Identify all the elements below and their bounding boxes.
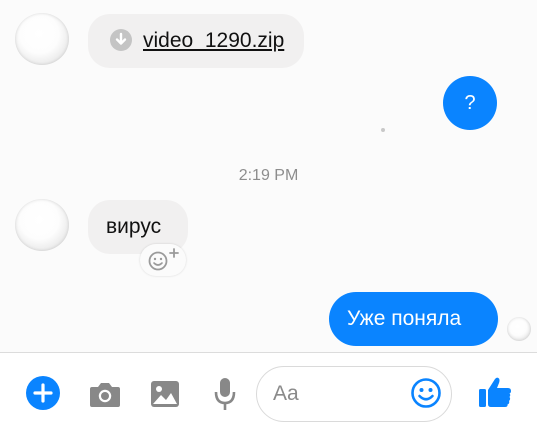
message-text: вирус [106,215,162,238]
message-timestamp: 2:19 PM [238,167,299,184]
seen-avatar [507,317,531,341]
outgoing-message-bubble[interactable]: ? [443,76,497,130]
download-icon[interactable] [109,28,133,52]
thumbs-up-icon[interactable] [477,374,513,410]
read-receipt-dot [381,128,385,132]
message-text: Уже поняла [347,307,462,330]
conversation-area: video_1290.zip ? 2:19 PM вирус Уже понял… [0,0,537,352]
file-name-link[interactable]: video_1290.zip [143,28,284,54]
emoji-icon[interactable] [410,377,442,409]
mic-icon[interactable] [213,376,237,412]
add-reaction-icon [148,248,179,271]
plus-icon[interactable] [26,376,60,410]
message-text: ? [464,91,476,114]
add-reaction-button[interactable] [140,244,186,276]
contact-avatar[interactable] [15,13,69,65]
camera-icon[interactable] [89,379,121,409]
message-input-placeholder: Aa [273,382,299,405]
image-icon[interactable] [150,379,180,409]
contact-avatar[interactable] [15,199,69,251]
